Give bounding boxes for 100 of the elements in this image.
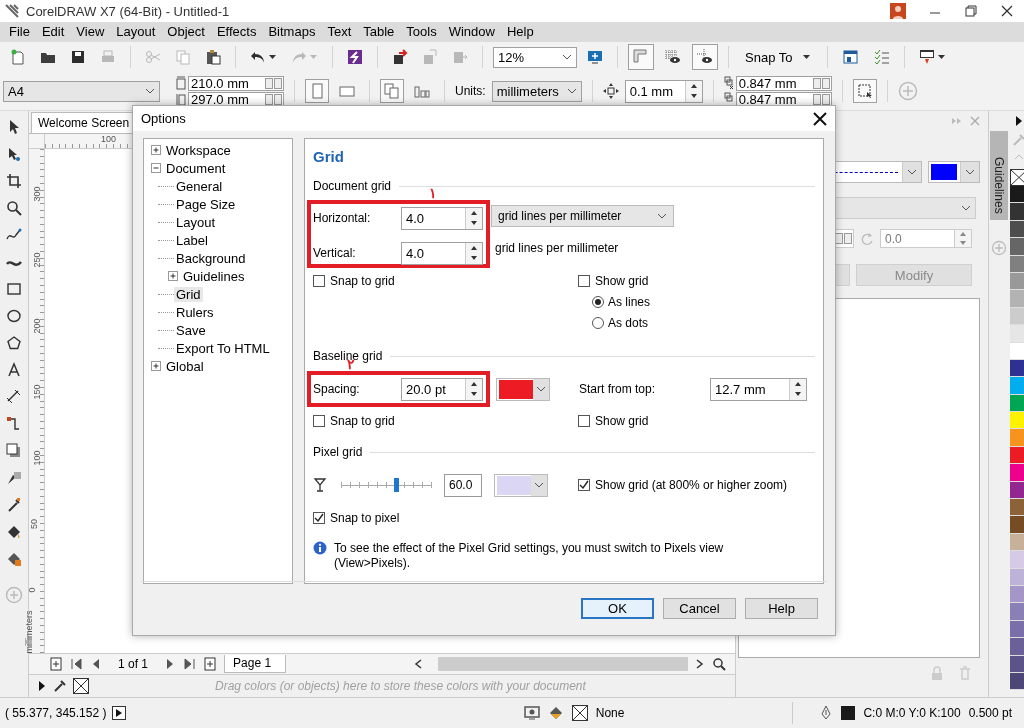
menu-item[interactable]: Tools bbox=[401, 23, 444, 41]
vertical-grid-field[interactable]: 4.0 bbox=[401, 241, 483, 265]
eyedropper-icon[interactable] bbox=[53, 679, 67, 693]
dialog-button[interactable]: Cancel bbox=[663, 598, 736, 619]
color-swatch[interactable] bbox=[1009, 238, 1024, 256]
menu-item[interactable]: File bbox=[4, 23, 37, 41]
menu-item[interactable]: Effects bbox=[211, 23, 264, 41]
color-swatch[interactable] bbox=[1009, 499, 1024, 517]
play-icon[interactable] bbox=[112, 706, 127, 720]
nudge-distance-field[interactable]: 0.1 mm bbox=[624, 79, 703, 103]
color-swatch[interactable] bbox=[1009, 186, 1024, 204]
crop-icon[interactable] bbox=[6, 173, 22, 189]
zoom-icon[interactable] bbox=[712, 657, 727, 671]
tree-item[interactable]: Export To HTML bbox=[174, 340, 272, 356]
dimension-icon[interactable] bbox=[6, 389, 22, 405]
menu-item[interactable]: Table bbox=[358, 23, 402, 41]
checkbox[interactable] bbox=[578, 479, 590, 491]
import-icon[interactable] bbox=[392, 49, 408, 65]
toggle-button[interactable] bbox=[628, 44, 654, 70]
color-picker[interactable] bbox=[928, 161, 980, 183]
polygon-icon[interactable] bbox=[6, 335, 22, 351]
close-icon[interactable] bbox=[813, 111, 827, 126]
launch-icon[interactable] bbox=[919, 49, 936, 65]
horizontal-grid-field[interactable]: 4.0 bbox=[401, 206, 483, 230]
rectangle-icon[interactable] bbox=[6, 281, 22, 297]
radio-button[interactable] bbox=[592, 316, 604, 329]
text-tool-icon[interactable] bbox=[6, 362, 22, 378]
tree-item[interactable]: General bbox=[174, 178, 225, 194]
toggle-button[interactable] bbox=[380, 79, 404, 103]
menu-item[interactable]: Edit bbox=[36, 23, 72, 41]
scroll-left-icon[interactable] bbox=[413, 658, 424, 670]
display-icon[interactable] bbox=[523, 705, 540, 721]
menu-item[interactable]: Help bbox=[501, 23, 541, 41]
grid-eye-icon[interactable] bbox=[664, 48, 682, 66]
menu-item[interactable]: Layout bbox=[111, 23, 163, 41]
paint-bucket-icon[interactable] bbox=[6, 524, 22, 540]
smart-fill-icon[interactable] bbox=[6, 551, 22, 567]
clipboard-icon[interactable] bbox=[205, 49, 221, 65]
node-edit-icon[interactable] bbox=[6, 146, 22, 162]
tree-item[interactable]: Guidelines bbox=[181, 268, 247, 284]
page-width-field[interactable]: 210.0 mm bbox=[188, 75, 284, 91]
expand-arrow-icon[interactable] bbox=[1013, 115, 1024, 127]
tree-item[interactable]: Save bbox=[174, 322, 208, 338]
tree-item[interactable]: Document bbox=[164, 160, 228, 176]
tree-item[interactable]: Layout bbox=[174, 214, 218, 230]
color-swatch[interactable] bbox=[1009, 464, 1024, 482]
color-swatch[interactable] bbox=[1009, 412, 1024, 430]
save-icon[interactable] bbox=[70, 49, 86, 65]
slider-thumb[interactable] bbox=[393, 478, 399, 492]
spacing-field[interactable]: 20.0 pt bbox=[401, 377, 483, 401]
toggle-button[interactable] bbox=[852, 79, 877, 103]
radio-button[interactable] bbox=[592, 295, 604, 308]
add-page-icon[interactable] bbox=[203, 657, 218, 671]
color-swatch[interactable] bbox=[1009, 429, 1024, 447]
dialog-button[interactable]: Help bbox=[745, 598, 818, 619]
toggle-button[interactable] bbox=[305, 79, 329, 103]
menu-item[interactable]: Window bbox=[443, 23, 502, 41]
color-swatch[interactable] bbox=[1009, 638, 1024, 656]
drop-shadow-icon[interactable] bbox=[6, 443, 22, 459]
checkbox[interactable] bbox=[313, 415, 325, 427]
checklist-icon[interactable] bbox=[874, 49, 891, 65]
units-dropdown[interactable]: millimeters bbox=[491, 80, 582, 102]
tree-item[interactable]: Grid bbox=[174, 286, 203, 302]
first-page-icon[interactable] bbox=[70, 657, 82, 671]
menu-item[interactable]: View bbox=[71, 23, 112, 41]
full-screen-icon[interactable] bbox=[587, 49, 603, 65]
collapse-icon[interactable] bbox=[151, 163, 161, 173]
duplicate-x-field[interactable]: 0.847 mm bbox=[735, 75, 832, 91]
menu-item[interactable]: Bitmaps bbox=[263, 23, 323, 41]
launcher-icon[interactable] bbox=[347, 49, 363, 65]
color-swatch[interactable] bbox=[1009, 551, 1024, 569]
expand-arrow-icon[interactable] bbox=[37, 680, 47, 692]
angle-field[interactable]: 0.0 bbox=[880, 229, 972, 248]
no-color-swatch-icon[interactable] bbox=[1009, 169, 1024, 186]
checkbox[interactable] bbox=[578, 415, 590, 427]
close-icon[interactable] bbox=[1000, 4, 1014, 18]
color-dropdown[interactable] bbox=[496, 377, 550, 401]
start-from-top-field[interactable]: 12.7 mm bbox=[710, 377, 807, 401]
ellipse-icon[interactable] bbox=[6, 308, 22, 324]
checkbox[interactable] bbox=[313, 512, 325, 524]
page-size-dropdown[interactable]: A4 bbox=[3, 80, 160, 102]
color-swatch[interactable] bbox=[1009, 290, 1024, 308]
menu-item[interactable]: Object bbox=[162, 23, 212, 41]
color-swatch[interactable] bbox=[1009, 377, 1024, 395]
color-dropdown[interactable] bbox=[494, 473, 548, 497]
new-document-icon[interactable] bbox=[10, 49, 26, 65]
tree-item[interactable]: Page Size bbox=[174, 196, 238, 212]
snap-to-button[interactable]: Snap To bbox=[739, 49, 818, 65]
restore-icon[interactable] bbox=[964, 4, 978, 18]
tree-item[interactable]: Global bbox=[164, 358, 206, 374]
tree-item[interactable]: Label bbox=[174, 232, 210, 248]
zoom-level-dropdown[interactable]: 12% bbox=[493, 46, 577, 68]
expand-icon[interactable] bbox=[151, 145, 161, 155]
tree-item[interactable]: Rulers bbox=[174, 304, 216, 320]
no-color-swatch-icon[interactable] bbox=[73, 678, 89, 694]
color-swatch[interactable] bbox=[1009, 516, 1024, 534]
checkbox[interactable] bbox=[313, 275, 325, 287]
expand-icon[interactable] bbox=[151, 361, 161, 371]
tree-item[interactable]: Workspace bbox=[164, 142, 233, 158]
toggle-button[interactable] bbox=[692, 44, 718, 70]
